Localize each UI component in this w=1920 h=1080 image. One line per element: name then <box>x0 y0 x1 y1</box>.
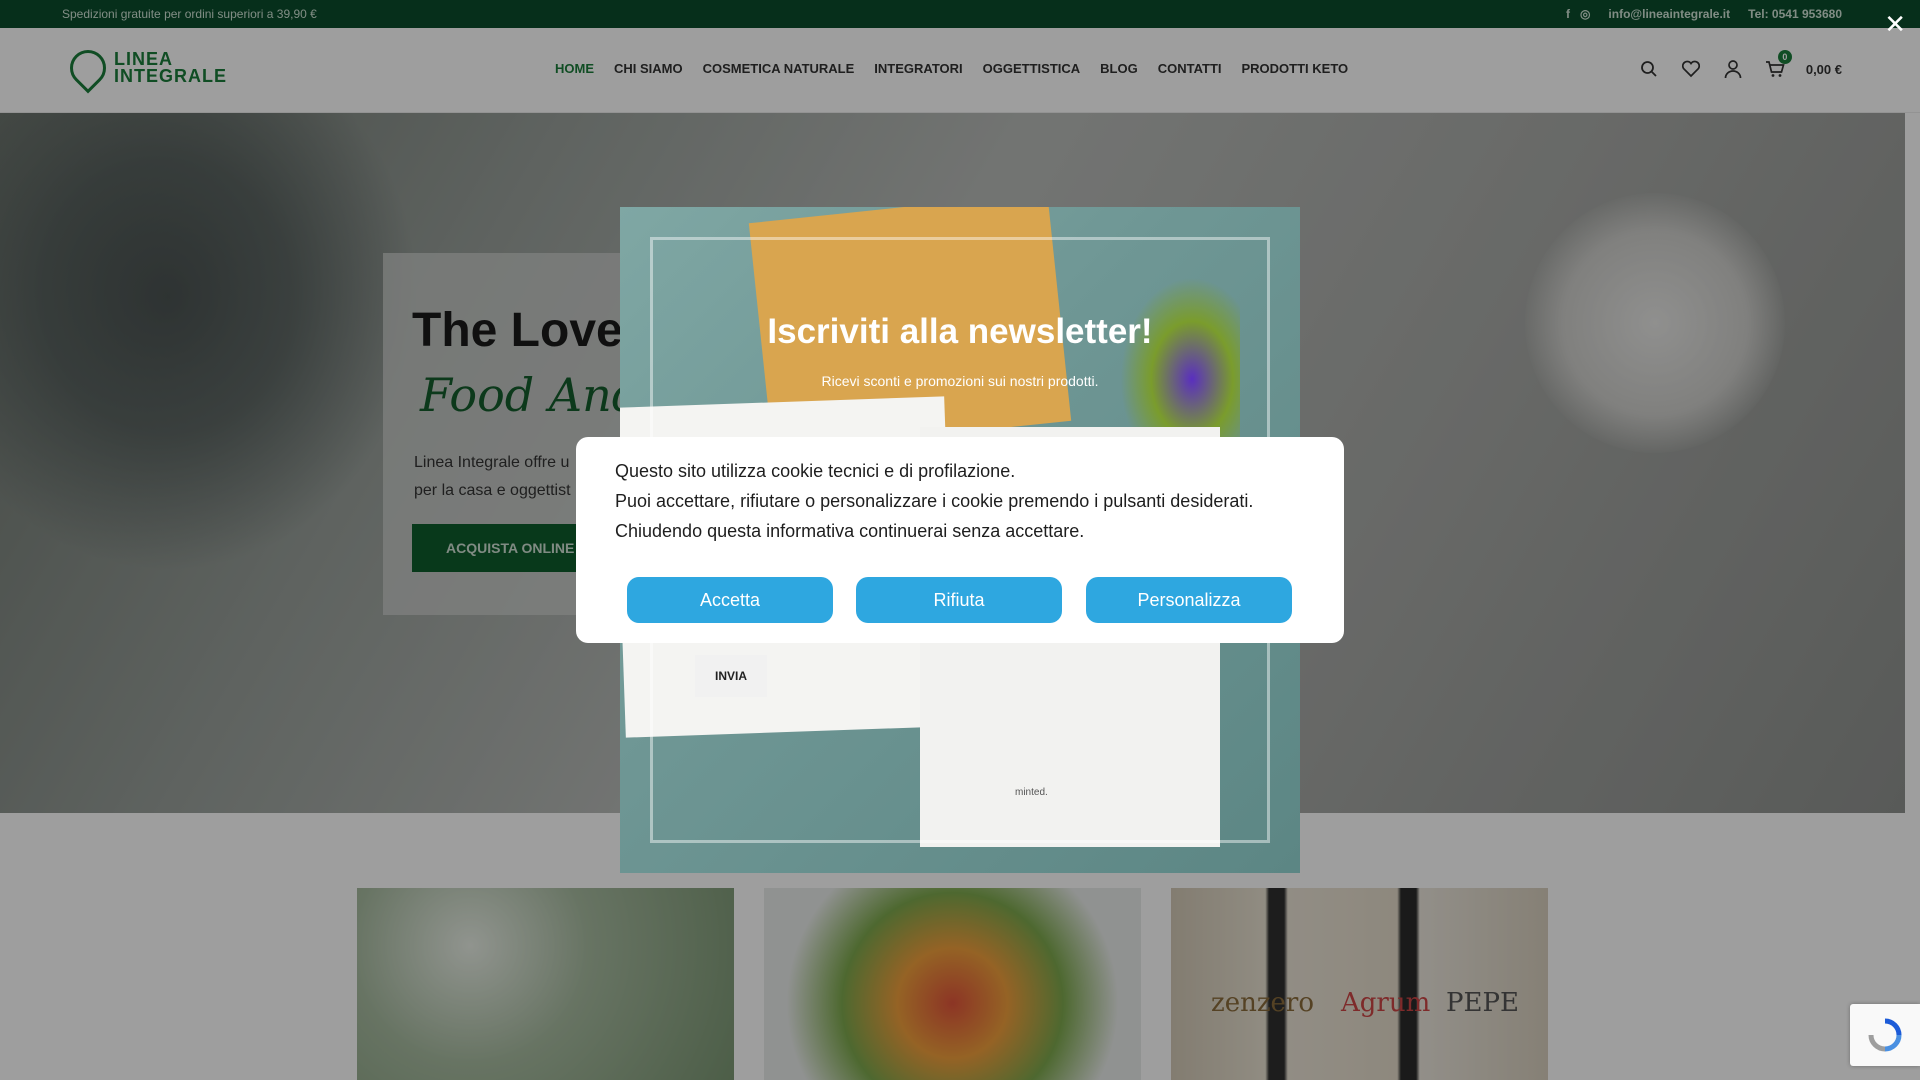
cookie-text-line-1: Questo sito utilizza cookie tecnici e di… <box>615 461 1016 481</box>
recaptcha-icon <box>1868 1018 1902 1052</box>
envelope-brand-text: minted. <box>1015 787 1048 798</box>
customize-cookies-button[interactable]: Personalizza <box>1086 577 1292 623</box>
newsletter-subtitle: Ricevi sconti e promozioni sui nostri pr… <box>821 373 1099 389</box>
close-icon[interactable]: ✕ <box>1884 10 1906 38</box>
cookie-consent-dialog: Questo sito utilizza cookie tecnici e di… <box>576 437 1344 643</box>
newsletter-title: Iscriviti alla newsletter! <box>767 312 1153 351</box>
cookie-text-line-3: Chiudendo questa informativa continuerai… <box>615 521 1085 541</box>
reject-cookies-button[interactable]: Rifiuta <box>856 577 1062 623</box>
recaptcha-badge[interactable] <box>1850 1004 1920 1066</box>
newsletter-submit-button[interactable]: INVIA <box>695 655 767 697</box>
accept-cookies-button[interactable]: Accetta <box>627 577 833 623</box>
cookie-text-line-2: Puoi accettare, rifiutare o personalizza… <box>615 491 1254 511</box>
